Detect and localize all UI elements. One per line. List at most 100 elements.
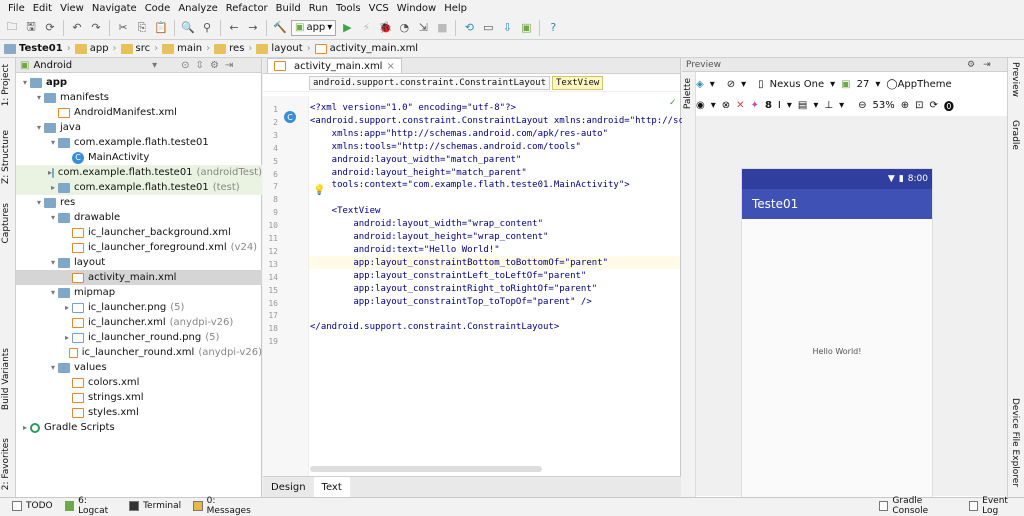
attach-debugger-icon[interactable]: ⇲ <box>415 20 431 36</box>
sync-icon[interactable]: ⟳ <box>42 20 58 36</box>
profile-icon[interactable]: ◔ <box>396 20 412 36</box>
chevron-down-icon[interactable]: ▾ <box>34 198 44 207</box>
chevron-right-icon[interactable]: ▸ <box>62 303 72 312</box>
hide-icon[interactable]: ⇥ <box>983 60 991 70</box>
messages-tool[interactable]: 0: Messages <box>193 496 259 516</box>
cut-icon[interactable]: ✂ <box>115 20 131 36</box>
gear-icon[interactable]: ⚙ <box>210 60 219 71</box>
tree-item[interactable]: ▾ com.example.flath.teste01 <box>16 135 262 150</box>
tree-item[interactable]: ▾ manifests <box>16 90 262 105</box>
api-select[interactable]: 27 <box>857 79 870 90</box>
hide-icon[interactable]: ⇥ <box>225 60 233 71</box>
tree-item[interactable]: ▸ ic_launcher_round.png (5) <box>16 330 262 345</box>
editor-tab-activity-main[interactable]: activity_main.xml × <box>267 58 402 73</box>
help-icon[interactable]: ? <box>545 20 561 36</box>
xml-crumb-constraint-layout[interactable]: android.support.constraint.ConstraintLay… <box>309 75 550 90</box>
gear-icon[interactable]: ⚙ <box>967 60 975 70</box>
menu-item-analyze[interactable]: Analyze <box>174 3 221 14</box>
chevron-down-icon[interactable]: ▾ <box>48 138 58 147</box>
sync-gradle-icon[interactable]: ⟲ <box>461 20 477 36</box>
avd-manager-icon[interactable]: ▭ <box>480 20 496 36</box>
tree-item[interactable]: ▸ com.example.flath.teste01 (test) <box>16 180 262 195</box>
redo-icon[interactable]: ↷ <box>88 20 104 36</box>
magnet-icon[interactable]: ⊗ <box>722 100 730 111</box>
chevron-down-icon[interactable]: ▾ <box>813 100 818 111</box>
menu-item-window[interactable]: Window <box>393 3 440 14</box>
tree-item[interactable]: colors.xml <box>16 375 262 390</box>
gradle-console-tool[interactable]: Gradle Console <box>878 496 957 516</box>
refresh-icon[interactable]: ⟳ <box>930 100 938 111</box>
class-gutter-icon[interactable]: C <box>284 111 296 123</box>
tree-item[interactable]: ▾ java <box>16 120 262 135</box>
align-icon[interactable]: ▤ <box>798 100 807 111</box>
chevron-down-icon[interactable]: ▾ <box>711 100 716 111</box>
zoom-fit-icon[interactable]: ⊡ <box>915 100 923 111</box>
build-variants-tool-tab[interactable]: Build Variants <box>1 348 11 410</box>
chevron-down-icon[interactable]: ▾ <box>48 288 58 297</box>
breadcrumb-item[interactable]: src › <box>120 43 158 54</box>
chevron-down-icon[interactable]: ▾ <box>152 60 157 71</box>
replace-icon[interactable]: ⚲ <box>199 20 215 36</box>
zoom-in-icon[interactable]: ⊕ <box>901 100 909 111</box>
menu-item-code[interactable]: Code <box>141 3 175 14</box>
device-select[interactable]: Nexus One <box>770 79 824 90</box>
horizontal-scrollbar[interactable] <box>310 466 542 472</box>
debug-icon[interactable]: 🐞 <box>377 20 393 36</box>
tab-text[interactable]: Text <box>313 476 350 499</box>
save-icon[interactable]: 🖫 <box>23 20 39 36</box>
palette-tool-tab[interactable]: Palette <box>683 78 693 109</box>
tree-item[interactable]: strings.xml <box>16 390 262 405</box>
menu-item-vcs[interactable]: VCS <box>365 3 393 14</box>
tree-item[interactable]: ▸ Gradle Scripts <box>16 420 262 435</box>
structure-tool-tab[interactable]: Z: Structure <box>1 130 11 184</box>
tree-item[interactable]: AndroidManifest.xml <box>16 105 262 120</box>
breadcrumb-item[interactable]: app › <box>74 43 117 54</box>
tree-item[interactable]: ▾ drawable <box>16 210 262 225</box>
theme-select[interactable]: AppTheme <box>898 79 952 90</box>
logcat-tool[interactable]: 6: Logcat <box>64 496 117 516</box>
chevron-down-icon[interactable]: ▾ <box>875 79 880 90</box>
breadcrumb-item[interactable]: layout › <box>256 43 311 54</box>
chevron-down-icon[interactable]: ▾ <box>787 100 792 111</box>
orientation-icon[interactable]: ⊘ <box>727 79 735 90</box>
tree-item[interactable]: ▾ values <box>16 360 262 375</box>
android-device-monitor-icon[interactable]: ▣ <box>518 20 534 36</box>
open-folder-icon[interactable]: 🗀 <box>4 20 20 36</box>
menu-item-navigate[interactable]: Navigate <box>88 3 141 14</box>
hello-textview[interactable]: Hello World! <box>742 347 932 356</box>
chevron-down-icon[interactable]: ▾ <box>48 258 58 267</box>
infer-constraints-icon[interactable]: ✦ <box>751 100 759 111</box>
make-project-icon[interactable]: 🔨 <box>272 20 288 36</box>
tree-item[interactable]: ic_launcher.xml (anydpi-v26) <box>16 315 262 330</box>
menu-item-view[interactable]: View <box>56 3 88 14</box>
device-file-explorer-tool-tab[interactable]: Device File Explorer <box>1010 398 1020 487</box>
forward-icon[interactable]: → <box>245 20 261 36</box>
favorites-tool-tab[interactable]: 2: Favorites <box>1 438 11 490</box>
event-log-tool[interactable]: Event Log <box>968 496 1024 516</box>
tree-item[interactable]: ▾ layout <box>16 255 262 270</box>
menu-item-run[interactable]: Run <box>305 3 332 14</box>
menu-item-help[interactable]: Help <box>440 3 471 14</box>
tree-item[interactable]: ▾ mipmap <box>16 285 262 300</box>
chevron-down-icon[interactable]: ▾ <box>48 213 58 222</box>
menu-item-tools[interactable]: Tools <box>332 3 365 14</box>
tree-item[interactable]: ▾ app <box>16 75 262 90</box>
gradle-tool-tab[interactable]: Gradle <box>1010 120 1020 150</box>
paste-icon[interactable]: 📋 <box>153 20 169 36</box>
copy-icon[interactable]: ⎘ <box>134 20 150 36</box>
menu-item-edit[interactable]: Edit <box>29 3 56 14</box>
back-icon[interactable]: ← <box>226 20 242 36</box>
chevron-down-icon[interactable]: ▾ <box>48 363 58 372</box>
tab-design[interactable]: Design <box>263 477 314 499</box>
run-icon[interactable]: ▶ <box>339 20 355 36</box>
pack-icon[interactable]: Ⅰ <box>778 100 781 111</box>
undo-icon[interactable]: ↶ <box>69 20 85 36</box>
chevron-down-icon[interactable]: ▾ <box>20 78 30 87</box>
chevron-down-icon[interactable]: ▾ <box>741 79 746 90</box>
todo-tool[interactable]: TODO <box>12 501 53 511</box>
layers-icon[interactable]: ◈ <box>696 79 704 90</box>
apply-changes-icon[interactable]: ⚡ <box>358 20 374 36</box>
guidelines-icon[interactable]: ⊥ <box>824 100 833 111</box>
tree-item[interactable]: ▸ ic_launcher.png (5) <box>16 300 262 315</box>
chevron-down-icon[interactable]: ▾ <box>34 93 44 102</box>
